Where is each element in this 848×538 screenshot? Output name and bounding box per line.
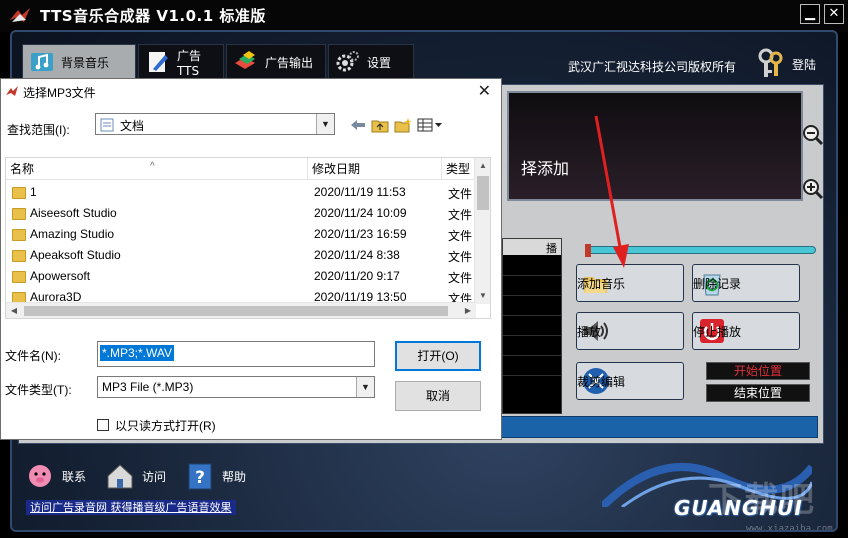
tab-label: 广告TTS xyxy=(177,48,202,78)
file-list[interactable]: 名称 ^ 修改日期 类型 1 2020/11/19 11:53 文件 Aisee… xyxy=(5,157,491,319)
keys-icon[interactable] xyxy=(754,46,788,80)
look-in-label: 查找范围(I): xyxy=(7,123,70,137)
sort-caret-icon: ^ xyxy=(150,161,155,172)
pig-mascot-icon xyxy=(29,465,51,487)
contact-link[interactable]: 联系 xyxy=(24,460,86,492)
login-link[interactable]: 登陆 xyxy=(792,56,816,73)
music-note-icon xyxy=(31,53,53,71)
folder-icon xyxy=(12,187,26,199)
cancel-button[interactable]: 取消 xyxy=(395,381,481,411)
delete-record-button[interactable]: 删除记录 xyxy=(692,264,800,302)
gears-icon xyxy=(336,51,359,72)
add-music-button[interactable]: 添加音乐 xyxy=(576,264,684,302)
zoom-out-icon[interactable] xyxy=(802,124,824,146)
folder-icon xyxy=(12,271,26,283)
help-link[interactable]: ? 帮助 xyxy=(184,460,246,492)
list-item[interactable]: Apowersoft 2020/11/20 9:17 文件 xyxy=(6,266,476,287)
scroll-up-icon[interactable]: ▲ xyxy=(475,158,490,174)
app-logo-icon xyxy=(6,86,18,96)
tab-settings[interactable]: 设置 xyxy=(328,44,414,80)
list-item[interactable]: Apeaksoft Studio 2020/11/24 8:38 文件 xyxy=(6,245,476,266)
column-name[interactable]: 名称 ^ xyxy=(6,158,308,180)
tab-label: 广告输出 xyxy=(265,55,314,70)
filetype-combo[interactable]: MP3 File (*.MP3) ▼ xyxy=(97,376,375,398)
tab-label: 设置 xyxy=(367,55,392,70)
playlist-grid-header: 播 xyxy=(503,239,561,255)
app-titlebar: TTS音乐合成器 V1.0.1 标准版 ▁ ✕ xyxy=(0,0,848,32)
trim-edit-button[interactable]: 裁剪编辑 xyxy=(576,362,684,400)
house-icon xyxy=(107,464,133,489)
colorful-cubes-icon xyxy=(235,51,255,69)
tab-background-music[interactable]: 背景音乐 xyxy=(22,44,136,80)
open-button[interactable]: 打开(O) xyxy=(395,341,481,371)
tab-ad-output[interactable]: 广告输出 xyxy=(226,44,326,80)
help-book-icon: ? xyxy=(188,463,212,490)
zoom-in-icon[interactable] xyxy=(802,178,824,200)
display-screen: 择添加 xyxy=(507,91,803,201)
view-menu-icon[interactable] xyxy=(417,117,443,133)
start-position-button[interactable]: 开始位置 xyxy=(706,362,810,380)
dialog-title: 选择MP3文件 xyxy=(23,86,96,100)
app-logo-icon xyxy=(10,8,30,22)
documents-folder-icon xyxy=(100,118,114,132)
progress-knob[interactable] xyxy=(585,244,591,257)
filename-input[interactable]: *.MP3;*.WAV xyxy=(97,341,375,367)
scroll-down-icon[interactable]: ▼ xyxy=(475,288,490,304)
stop-button[interactable]: 停止播放 xyxy=(692,312,800,350)
app-title: TTS音乐合成器 V1.0.1 标准版 xyxy=(40,7,266,25)
visit-link[interactable]: 访问 xyxy=(104,460,166,492)
dialog-close-icon[interactable]: ✕ xyxy=(478,81,491,101)
pen-paper-icon xyxy=(149,52,168,72)
list-item[interactable]: Aurora3D 2020/11/19 13:50 文件 xyxy=(6,287,476,303)
list-item[interactable]: Aiseesoft Studio 2020/11/24 10:09 文件 xyxy=(6,203,476,224)
watermark-url: www.xiazaiba.com xyxy=(746,524,833,532)
back-arrow-icon[interactable] xyxy=(349,117,367,133)
filename-label: 文件名(N): xyxy=(5,349,61,363)
new-folder-icon[interactable] xyxy=(394,117,412,133)
copyright-text: 武汉广汇视达科技公司版权所有 xyxy=(568,60,737,74)
up-folder-icon[interactable] xyxy=(371,117,389,133)
screen-hint-text: 择添加 xyxy=(521,159,570,178)
chevron-down-icon[interactable]: ▼ xyxy=(356,377,374,397)
readonly-label[interactable]: 以只读方式打开(R) xyxy=(115,417,216,434)
list-item[interactable]: Amazing Studio 2020/11/23 16:59 文件 xyxy=(6,224,476,245)
file-list-header: 名称 ^ 修改日期 类型 xyxy=(6,158,490,180)
readonly-checkbox[interactable] xyxy=(97,419,109,431)
dialog-titlebar: 选择MP3文件 ✕ xyxy=(1,79,501,104)
play-button[interactable]: 播放 xyxy=(576,312,684,350)
scroll-left-icon[interactable]: ◀ xyxy=(6,303,22,318)
filename-value: *.MP3;*.WAV xyxy=(100,345,175,361)
folder-icon xyxy=(12,229,26,241)
grid-header-play: 播 xyxy=(546,242,557,255)
filetype-label: 文件类型(T): xyxy=(5,383,72,397)
tab-label: 背景音乐 xyxy=(61,55,110,70)
folder-icon xyxy=(12,208,26,220)
playlist-grid[interactable]: 播 xyxy=(502,238,562,414)
svg-text:?: ? xyxy=(195,468,205,488)
list-item[interactable]: 1 2020/11/19 11:53 文件 xyxy=(6,182,476,203)
chevron-down-icon[interactable]: ▼ xyxy=(316,114,334,134)
minimize-button[interactable]: ▁ xyxy=(800,4,820,24)
horizontal-scroll-thumb[interactable] xyxy=(24,306,448,316)
folder-icon xyxy=(12,250,26,262)
column-date[interactable]: 修改日期 xyxy=(308,158,442,180)
vertical-scroll-thumb[interactable] xyxy=(477,176,489,210)
select-mp3-dialog: 选择MP3文件 ✕ 查找范围(I): 文档 ▼ 名称 ^ 修改日期 类型 1 2… xyxy=(0,78,502,440)
look-in-combo[interactable]: 文档 ▼ xyxy=(95,113,335,135)
tab-ad-tts[interactable]: 广告TTS xyxy=(138,44,224,80)
scroll-right-icon[interactable]: ▶ xyxy=(460,303,476,318)
playback-progress-slider[interactable] xyxy=(585,244,816,257)
ad-recording-link[interactable]: 访问广告录音网 获得播音级广告语音效果 xyxy=(26,500,236,515)
vertical-scrollbar[interactable]: ▲ ▼ xyxy=(474,158,490,304)
horizontal-scrollbar[interactable]: ◀ ▶ xyxy=(6,302,476,318)
watermark-text: 下载吧 xyxy=(708,480,816,520)
end-position-button[interactable]: 结束位置 xyxy=(706,384,810,402)
close-button[interactable]: ✕ xyxy=(824,4,844,24)
